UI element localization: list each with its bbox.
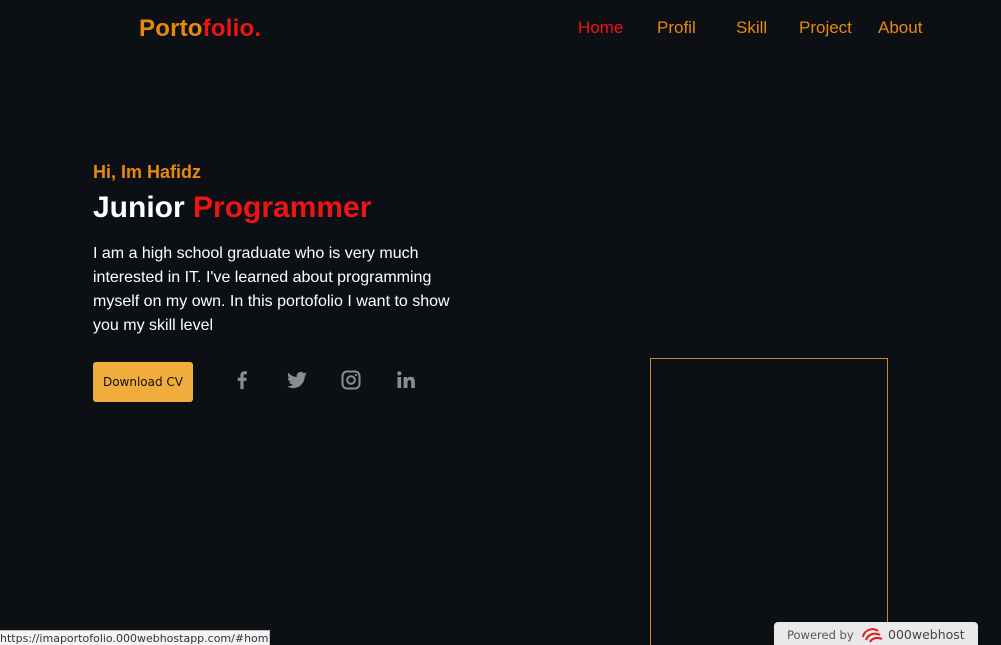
nav-item-about[interactable]: About — [878, 18, 922, 38]
hero-title-white: Junior — [93, 191, 185, 224]
facebook-icon[interactable] — [230, 368, 254, 392]
powered-by-badge[interactable]: Powered by 000webhost — [774, 622, 978, 645]
nav-item-skill[interactable]: Skill — [736, 18, 767, 38]
nav-item-home[interactable]: Home — [578, 18, 623, 38]
page: Portofolio. Home Profil Skill Project Ab… — [0, 0, 1001, 645]
hero-title-accent: Programmer — [193, 191, 372, 224]
nav-item-profil[interactable]: Profil — [657, 18, 696, 38]
hero-bio: I am a high school graduate who is very … — [93, 245, 450, 334]
hero-greeting: Hi, Im Hafidz — [93, 162, 202, 182]
nav-item-project[interactable]: Project — [799, 18, 852, 38]
powered-by-text: Powered by — [787, 628, 854, 642]
main-nav: Home Profil Skill Project About — [0, 18, 1001, 40]
instagram-icon[interactable] — [339, 368, 363, 392]
powered-by-brand: 000webhost — [888, 627, 965, 642]
hero-title: Junior Programmer — [93, 191, 371, 225]
twitter-icon[interactable] — [285, 368, 309, 392]
webhost-logo-icon — [862, 628, 883, 643]
download-cv-button[interactable]: Download CV — [93, 362, 193, 402]
linkedin-icon[interactable] — [394, 368, 418, 392]
status-bar-url: https://imaportofolio.000webhostapp.com/… — [0, 630, 270, 645]
profile-photo-frame — [650, 358, 888, 645]
